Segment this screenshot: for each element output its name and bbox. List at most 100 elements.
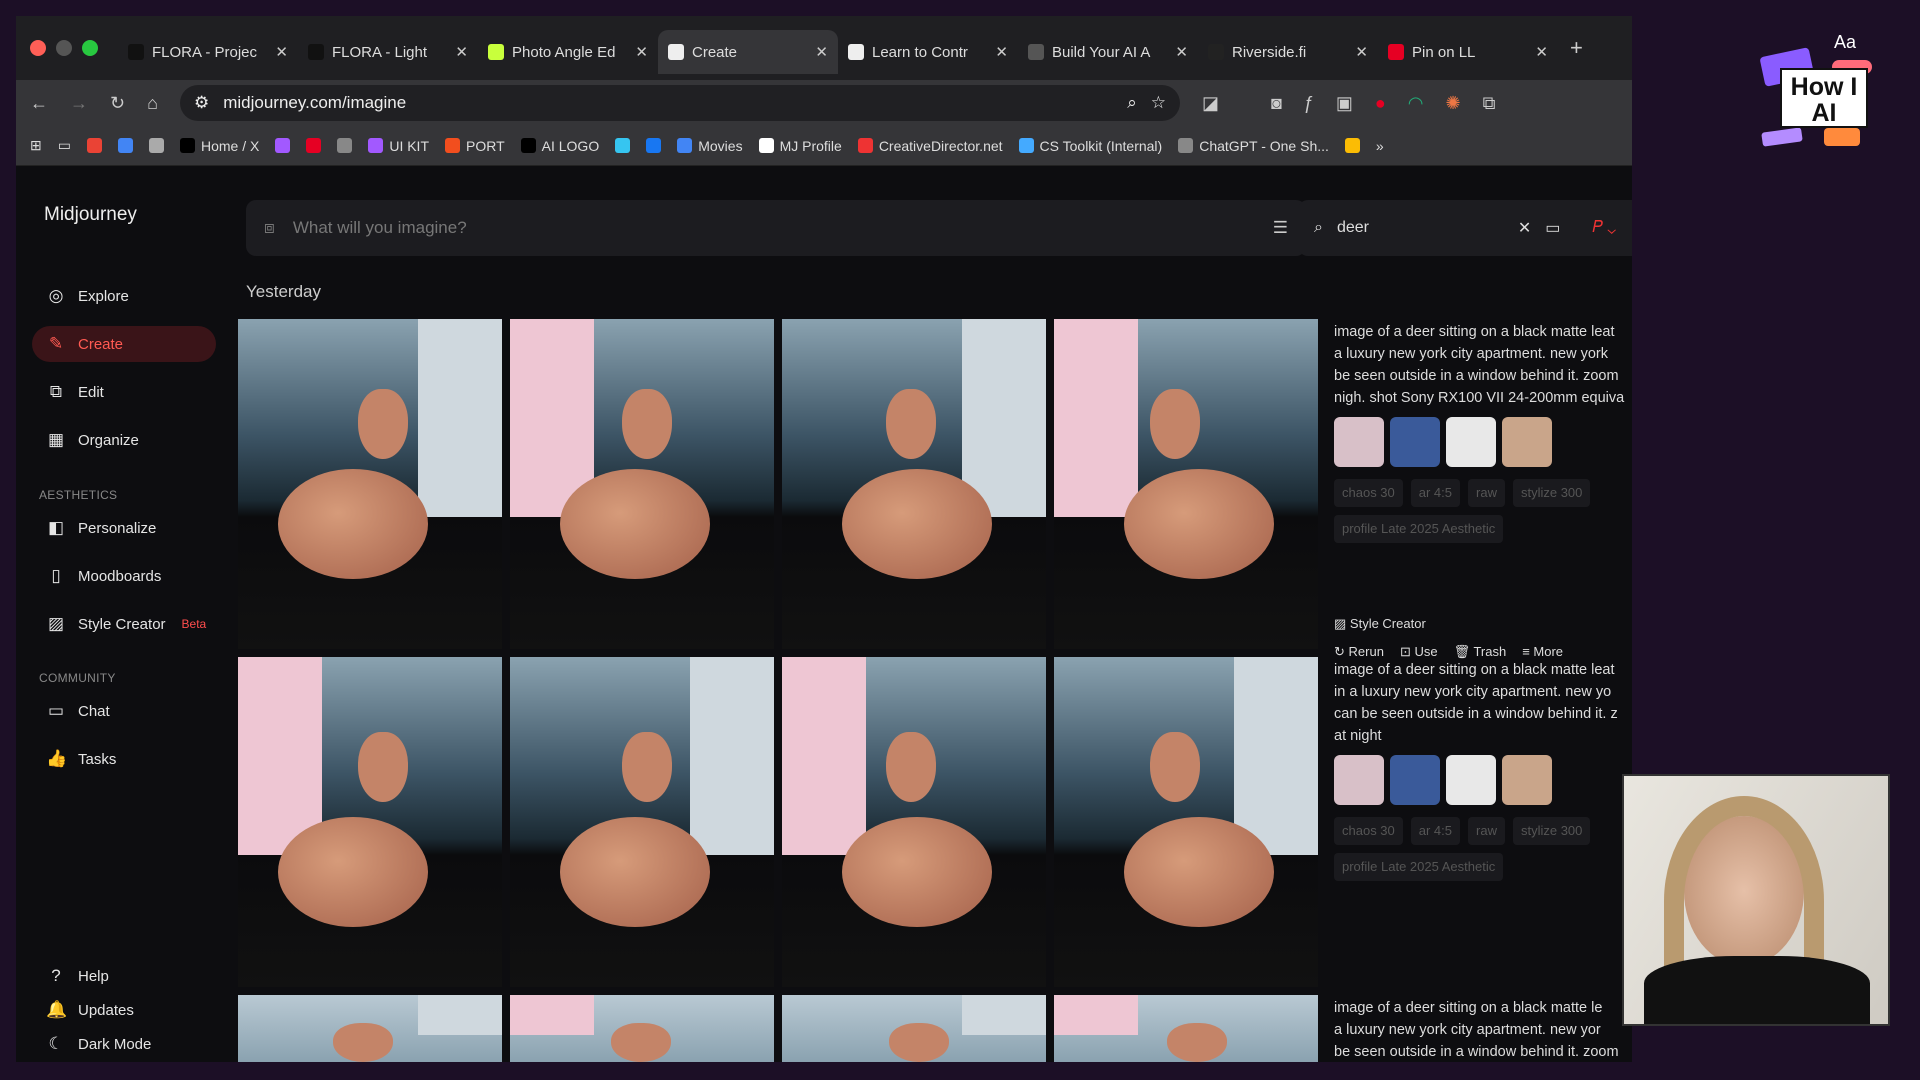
bookmark-item[interactable] [337,138,353,153]
reload-icon[interactable]: ↻ [110,93,125,114]
extensions-puzzle-icon[interactable]: ⧉ [1483,93,1496,114]
folder-icon[interactable]: ▭ [58,137,71,154]
generated-image[interactable] [238,319,502,649]
tab-close-icon[interactable]: ✕ [815,43,828,61]
sidebar-item-create[interactable]: ✎ Create [32,326,216,362]
prompt-line[interactable]: in a luxury new york city apartment. new… [1334,681,1632,703]
tab-1[interactable]: FLORA - Light ✕ [298,30,478,74]
reference-thumbnail[interactable] [1390,755,1440,805]
sidebar-item-personalize[interactable]: ◧ Personalize [32,510,216,546]
bookmark-item[interactable]: CreativeDirector.net [857,138,1003,154]
forward-icon[interactable]: → [70,93,88,114]
image-prompt-icon[interactable]: ⧈ [264,218,275,238]
generated-image[interactable] [782,657,1046,987]
bookmark-item[interactable] [86,138,102,153]
tab-close-icon[interactable]: ✕ [455,43,468,61]
apps-grid-icon[interactable]: ⊞ [30,137,42,154]
bookmark-item[interactable] [1344,138,1360,153]
parameter-chip[interactable]: raw [1468,817,1505,845]
parameter-chip[interactable]: ar 4:5 [1410,479,1461,507]
more-bookmarks-icon[interactable]: » [1376,138,1384,154]
reference-thumbnail[interactable] [1390,417,1440,467]
reference-thumbnail[interactable] [1502,755,1552,805]
minimize-window-button[interactable] [56,40,72,56]
tab-7[interactable]: Pin on LL ✕ [1378,30,1558,74]
prompt-line[interactable]: be seen outside in a window behind it. z… [1334,365,1632,387]
reference-thumbnail[interactable] [1334,417,1384,467]
sidebar-item-organize[interactable]: ▦ Organize [32,422,216,458]
sidebar-item-chat[interactable]: ▭ Chat [32,693,216,729]
bookmark-item[interactable]: UI KIT [368,138,429,154]
imagine-input[interactable]: What will you imagine? [293,218,467,238]
reference-thumbnail[interactable] [1446,755,1496,805]
sidebar-item-help[interactable]: ? Help [32,958,216,994]
bookmark-item[interactable]: MJ Profile [758,138,842,154]
style-creator-link[interactable]: ▨ Style Creator [1334,613,1632,635]
brand-logo[interactable]: Midjourney [44,204,137,226]
generated-image[interactable] [1054,319,1318,649]
extension-icon[interactable]: ◠ [1408,93,1424,114]
parameter-chip[interactable]: ar 4:5 [1410,817,1461,845]
tab-close-icon[interactable]: ✕ [1355,43,1368,61]
tab-close-icon[interactable]: ✕ [995,43,1008,61]
generated-image[interactable] [782,319,1046,649]
bookmark-star-icon[interactable]: ☆ [1151,93,1166,113]
reference-thumbnail[interactable] [1502,417,1552,467]
extension-icon[interactable]: ◪ [1202,93,1219,114]
tab-5[interactable]: Build Your AI A ✕ [1018,30,1198,74]
imagine-bar[interactable]: ⧈ What will you imagine? ☰ [246,200,1306,256]
bookmark-item[interactable]: AI LOGO [520,138,599,154]
folder-icon[interactable]: ▭ [1545,218,1560,238]
parameter-chip[interactable]: stylize 300 [1512,817,1591,845]
tab-6[interactable]: Riverside.fi ✕ [1198,30,1378,74]
tab-close-icon[interactable]: ✕ [1175,43,1188,61]
tab-3[interactable]: Create ✕ [658,30,838,74]
tab-close-icon[interactable]: ✕ [635,43,648,61]
parameter-chip[interactable]: profile Late 2025 Aesthetic [1334,853,1504,881]
parameter-chip[interactable]: stylize 300 [1512,479,1591,507]
sidebar-item-dark-mode[interactable]: ☾ Dark Mode [32,1026,216,1062]
pinterest-extension-icon[interactable]: ● [1375,93,1386,114]
prompt-line[interactable]: image of a deer sitting on a black matte… [1334,321,1632,343]
home-icon[interactable]: ⌂ [147,93,158,114]
generated-image[interactable] [510,319,774,649]
camera-extension-icon[interactable]: ◙ [1271,93,1282,114]
parameter-chip[interactable]: profile Late 2025 Aesthetic [1334,515,1504,543]
bookmark-item[interactable]: Movies [677,138,743,154]
parameter-chip[interactable]: chaos 30 [1334,817,1403,845]
generated-image[interactable] [510,657,774,987]
zoom-icon[interactable]: ⌕ [1127,93,1137,113]
reference-thumbnail[interactable] [1446,417,1496,467]
settings-sliders-icon[interactable]: ☰ [1273,218,1288,238]
bookmark-item[interactable] [646,138,662,153]
new-tab-button[interactable]: + [1570,35,1583,61]
prompt-line[interactable]: a luxury new york city apartment. new yo… [1334,343,1632,365]
reference-thumbnail[interactable] [1334,755,1384,805]
parameter-chip[interactable]: chaos 30 [1334,479,1403,507]
profile-dropdown[interactable]: 𝑃 ⌄ [1592,219,1616,237]
bookmark-item[interactable]: PORT [445,138,505,154]
prompt-line[interactable]: can be seen outside in a window behind i… [1334,703,1632,725]
prompt-line[interactable]: nigh. shot Sony RX100 VII 24-200mm equiv… [1334,387,1632,409]
sidebar-item-style-creator[interactable]: ▨ Style Creator Beta [32,606,216,642]
bookmark-item[interactable] [306,138,322,153]
extension-icon[interactable]: ▣ [1336,93,1353,114]
tab-0[interactable]: FLORA - Projec ✕ [118,30,298,74]
bookmark-item[interactable] [615,138,631,153]
prompt-line[interactable]: image of a deer sitting on a black matte… [1334,659,1632,681]
generated-image[interactable] [238,657,502,987]
prompt-line[interactable]: at night [1334,725,1632,747]
generated-image[interactable] [1054,657,1318,987]
font-extension-icon[interactable]: ƒ [1304,93,1314,114]
bookmark-item[interactable]: Home / X [179,138,259,154]
search-field[interactable]: deer [1337,219,1369,237]
sidebar-item-tasks[interactable]: 👍 Tasks [32,741,216,777]
sidebar-item-edit[interactable]: ⧉ Edit [32,374,216,410]
clear-search-icon[interactable]: ✕ [1518,218,1531,238]
site-settings-icon[interactable]: ⚙ [194,93,209,113]
tab-close-icon[interactable]: ✕ [275,43,288,61]
prompt-line[interactable]: a luxury new york city apartment. new yo… [1334,1019,1632,1041]
asterisk-extension-icon[interactable]: ✺ [1445,93,1460,114]
bookmark-item[interactable]: CS Toolkit (Internal) [1018,138,1162,154]
sidebar-item-updates[interactable]: 🔔 Updates [32,992,216,1028]
